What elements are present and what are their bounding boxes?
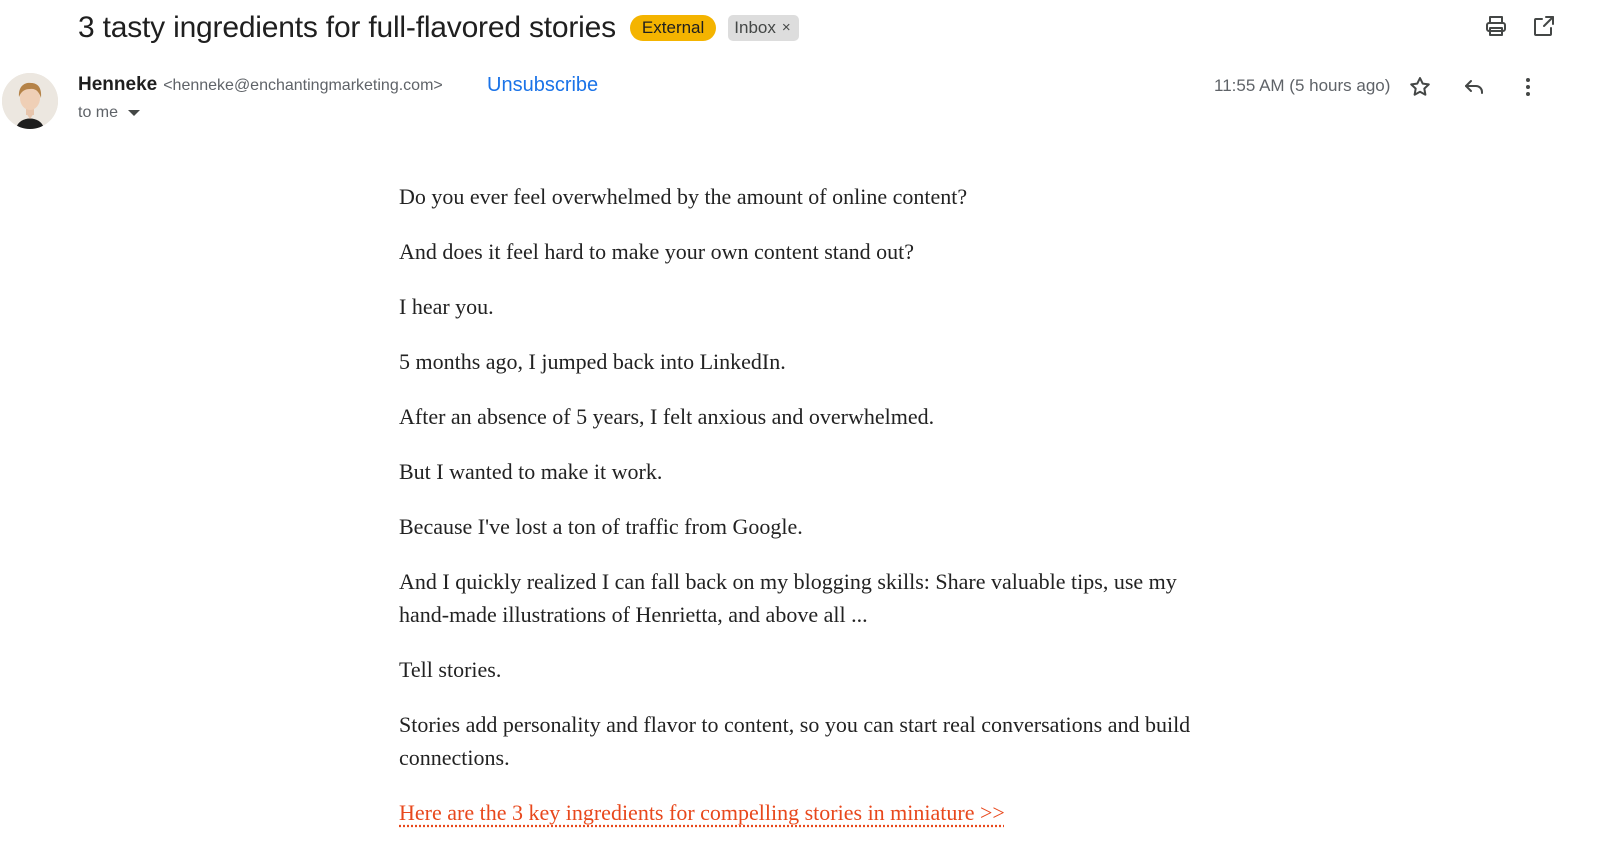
unsubscribe-link[interactable]: Unsubscribe: [487, 74, 598, 97]
avatar-photo: [2, 73, 58, 129]
inbox-label-text: Inbox: [734, 18, 776, 37]
body-paragraph: But I wanted to make it work.: [399, 459, 663, 484]
inbox-label-chip[interactable]: Inbox ×: [728, 15, 799, 41]
body-paragraph: Tell stories.: [399, 657, 502, 682]
reply-icon: [1465, 80, 1483, 94]
body-paragraph: 5 months ago, I jumped back into LinkedI…: [399, 349, 786, 374]
body-paragraph: Because I've lost a ton of traffic from …: [399, 514, 803, 539]
thread-actions: [1480, 10, 1600, 42]
body-paragraph: And does it feel hard to make your own c…: [399, 239, 915, 264]
body-paragraph: Stories add personality and flavor to co…: [399, 712, 1191, 770]
star-button[interactable]: [1404, 71, 1436, 103]
subject-row: 3 tasty ingredients for full-flavored st…: [78, 8, 799, 48]
recipient-label: to me: [78, 104, 119, 121]
body-paragraph: After an absence of 5 years, I felt anxi…: [399, 404, 935, 429]
sender-email: <henneke@enchantingmarketing.com>: [163, 77, 443, 94]
message-timestamp: 11:55 AM (5 hours ago): [1214, 76, 1391, 95]
external-badge: External: [629, 15, 717, 41]
chevron-down-icon: [128, 110, 141, 116]
message-body: Do you ever feel overwhelmed by the amou…: [399, 180, 1229, 851]
sender-avatar[interactable]: [2, 73, 58, 129]
remove-label-icon[interactable]: ×: [782, 19, 791, 37]
sender-line: Henneke <henneke@enchantingmarketing.com…: [78, 74, 443, 98]
sender-name: Henneke: [78, 74, 158, 95]
star-icon: [1410, 77, 1430, 96]
more-options-button[interactable]: [1512, 71, 1544, 103]
open-in-new-window-button[interactable]: [1528, 10, 1560, 42]
body-paragraph: And I quickly realized I can fall back o…: [399, 569, 1177, 627]
open-in-new-window-icon: [1534, 16, 1554, 36]
more-vertical-icon: [1526, 78, 1530, 96]
email-subject: 3 tasty ingredients for full-flavored st…: [78, 11, 616, 44]
body-paragraph: I hear you.: [399, 294, 494, 319]
printer-icon: [1486, 16, 1506, 36]
cta-link[interactable]: Here are the 3 key ingredients for compe…: [399, 800, 1005, 825]
reply-button[interactable]: [1458, 71, 1490, 103]
print-button[interactable]: [1480, 10, 1512, 42]
body-paragraph: Do you ever feel overwhelmed by the amou…: [399, 184, 968, 209]
recipient-details-toggle[interactable]: to me: [78, 104, 141, 122]
